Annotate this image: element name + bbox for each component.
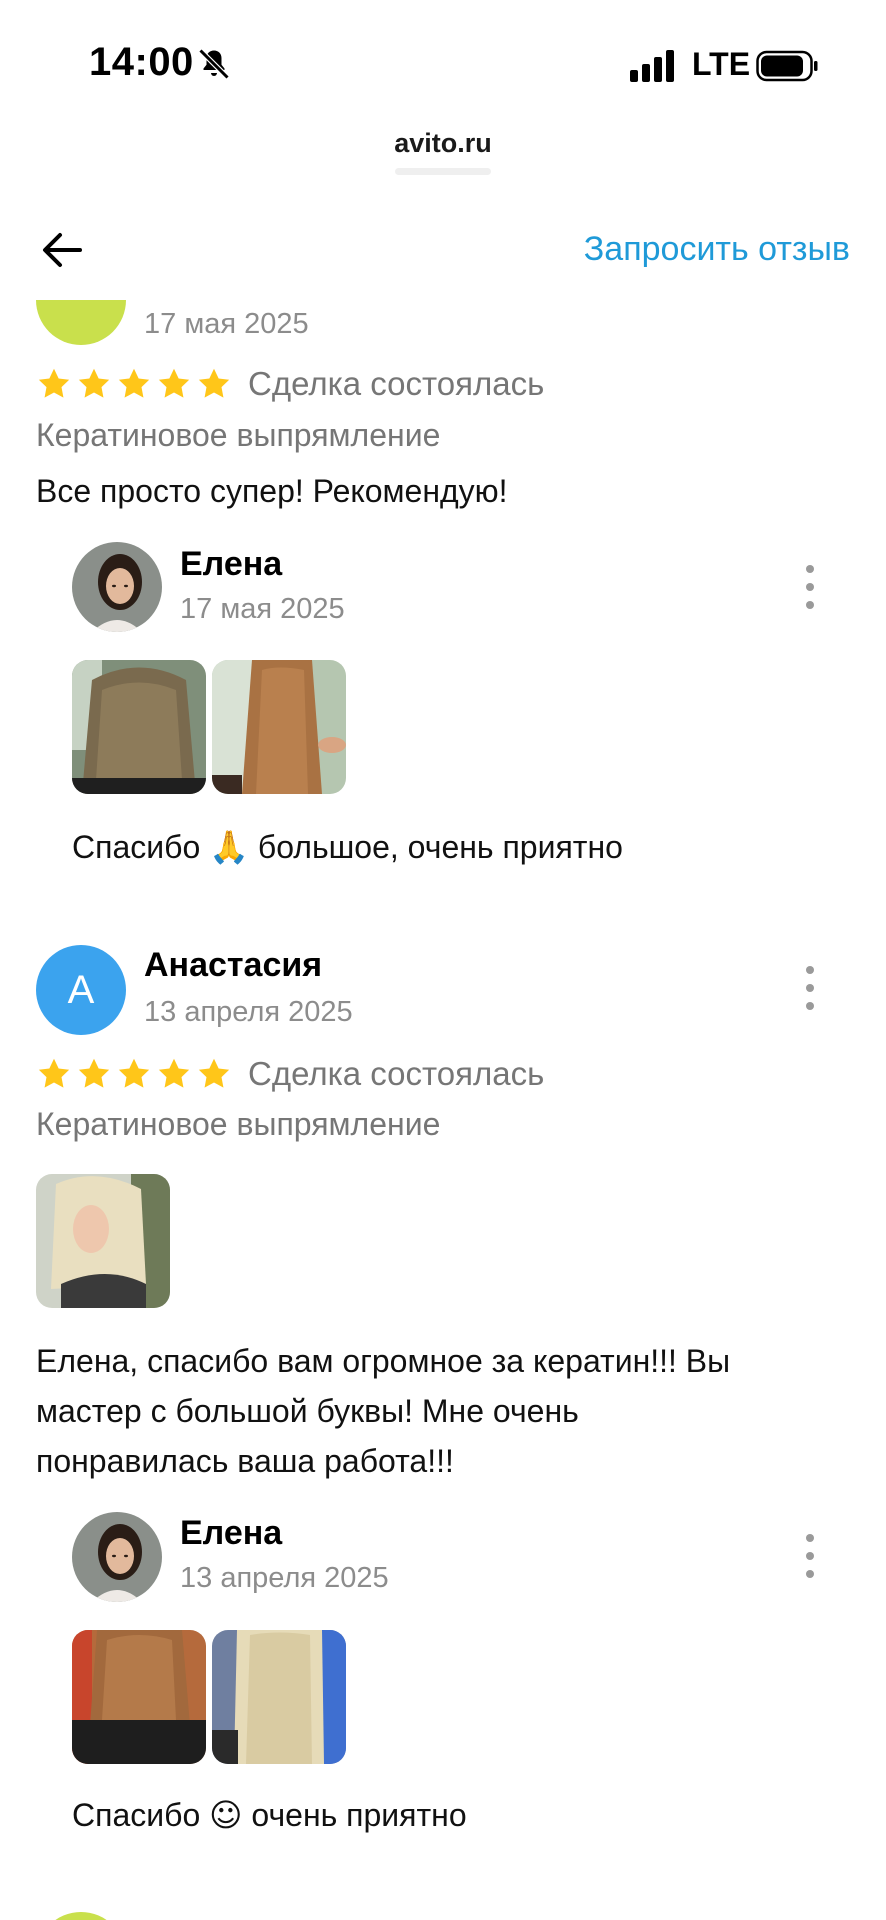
review-date: 17 мая 2025 (144, 308, 309, 340)
review-text: Елена, спасибо вам огромное за кератин!!… (36, 1343, 731, 1479)
review-photo[interactable] (36, 1174, 170, 1308)
battery-icon (756, 50, 818, 82)
reviewer-avatar[interactable] (36, 300, 126, 345)
more-options-button[interactable] (800, 1534, 820, 1578)
service-name: Кератиновое выпрямление (36, 1106, 441, 1142)
more-options-button[interactable] (800, 565, 820, 609)
signal-icon (630, 50, 674, 82)
seller-avatar[interactable] (72, 542, 162, 632)
review-date: 13 апреля 2025 (144, 996, 353, 1028)
star-icon (118, 368, 150, 398)
review-text: Все просто супер! Рекомендую! (36, 473, 508, 509)
reviewer-avatar[interactable] (36, 1912, 126, 1920)
reply-photo-before[interactable] (72, 660, 206, 794)
reviewer-avatar[interactable]: А (36, 945, 126, 1035)
reply-photo-before[interactable] (72, 1630, 206, 1764)
praying-hands-icon: 🙏 (209, 828, 249, 866)
smiling-face-icon: ☺ (209, 1796, 243, 1834)
more-options-button[interactable] (800, 966, 820, 1010)
deal-status: Сделка состоялась (248, 365, 545, 402)
reply-text: Спасибо 🙏 большое, очень приятно (72, 828, 623, 866)
url-bar-handle (395, 168, 491, 175)
star-icon (78, 368, 110, 398)
star-icon (158, 368, 190, 398)
seller-photo (72, 1512, 162, 1602)
star-icon (38, 368, 70, 398)
avatar-letter: А (67, 967, 95, 1012)
reviewer-name[interactable]: Анастасия (144, 946, 322, 985)
back-button[interactable] (36, 224, 88, 276)
deal-status: Сделка состоялась (248, 1055, 545, 1092)
star-icon (38, 1058, 70, 1088)
seller-avatar[interactable] (72, 1512, 162, 1602)
star-icon (78, 1058, 110, 1088)
status-bar: 14:00 LTE (0, 0, 886, 120)
reply-photo-after[interactable] (212, 1630, 346, 1764)
network-type: LTE (692, 46, 751, 82)
url-domain[interactable]: avito.ru (0, 128, 886, 159)
star-icon (198, 1058, 230, 1088)
status-time: 14:00 (89, 40, 194, 84)
reply-text: Спасибо ☺ очень приятно (72, 1796, 467, 1834)
reviews-list[interactable]: 17 мая 2025 Сделка состоялась Кератиново… (0, 300, 886, 1920)
arrow-left-icon (43, 233, 82, 267)
bell-muted-icon (198, 48, 230, 80)
request-review-button[interactable]: Запросить отзыв (584, 230, 850, 269)
reply-photo-after[interactable] (212, 660, 346, 794)
seller-name: Елена (180, 545, 283, 583)
service-name: Кератиновое выпрямление (36, 417, 441, 453)
rating-stars: Сделка состоялась (36, 365, 544, 403)
reply-date: 17 мая 2025 (180, 593, 345, 625)
star-icon (158, 1058, 190, 1088)
seller-name: Елена (180, 1514, 283, 1552)
star-icon (118, 1058, 150, 1088)
star-icon (198, 368, 230, 398)
reply-date: 13 апреля 2025 (180, 1562, 389, 1594)
rating-stars: Сделка состоялась (36, 1055, 544, 1093)
seller-photo (72, 542, 162, 632)
